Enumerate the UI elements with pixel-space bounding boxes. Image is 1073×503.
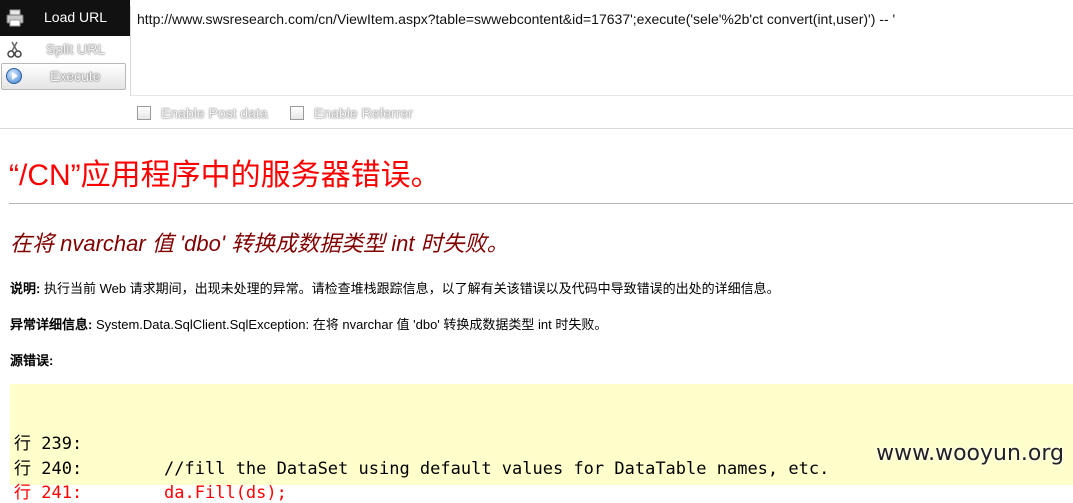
exception-text: System.Data.SqlClient.SqlException: 在将 n…	[92, 317, 608, 332]
code-line-240: 行 240: //fill the DataSet using default …	[14, 459, 830, 479]
page-title: “/CN”应用程序中的服务器错误。	[9, 159, 441, 192]
url-value: http://www.swsresearch.com/cn/ViewItem.a…	[137, 11, 896, 27]
exception-label: 异常详细信息:	[10, 317, 93, 332]
load-url-button[interactable]: Load URL	[0, 5, 128, 31]
execute-label: Execute	[50, 68, 101, 84]
exception-paragraph: 异常详细信息: System.Data.SqlClient.SqlExcepti…	[10, 314, 607, 333]
url-textarea[interactable]: http://www.swsresearch.com/cn/ViewItem.a…	[130, 6, 1073, 96]
enable-referrer-checkbox[interactable]	[290, 106, 304, 120]
toolbar-divider	[0, 128, 1073, 129]
description-label: 说明:	[10, 281, 41, 296]
load-url-label: Load URL	[44, 9, 108, 25]
code-line-241: 行 241: da.Fill(ds);	[14, 483, 287, 503]
source-code-block: 行 239: 行 240: //fill the DataSet using d…	[10, 384, 1073, 503]
code-line-239: 行 239:	[14, 434, 83, 454]
watermark: www.wooyun.org	[876, 441, 1064, 466]
error-message: 在将 nvarchar 值 'dbo' 转换成数据类型 int 时失败。	[10, 231, 509, 256]
description-text: 执行当前 Web 请求期间，出现未处理的异常。请检查堆栈跟踪信息，以了解有关该错…	[40, 281, 780, 296]
enable-post-label: Enable Post data	[161, 105, 268, 121]
split-url-label: Split URL	[46, 41, 106, 57]
hackbar-toolbar: Load URL Split URL Execute http://www.sw…	[0, 0, 1073, 128]
enable-post-checkbox[interactable]	[137, 106, 151, 120]
scissors-icon	[7, 41, 22, 58]
description-paragraph: 说明: 执行当前 Web 请求期间，出现未处理的异常。请检查堆栈跟踪信息，以了解…	[10, 278, 780, 297]
enable-referrer-label: Enable Referrer	[314, 105, 413, 121]
toolbar-buttons: Load URL Split URL Execute	[0, 0, 130, 96]
source-error-label: 源错误:	[10, 353, 54, 368]
title-rule	[9, 203, 1073, 204]
execute-button[interactable]: Execute	[1, 63, 126, 90]
split-url-button[interactable]: Split URL	[0, 37, 128, 63]
play-icon	[6, 68, 22, 84]
printer-icon	[6, 9, 24, 27]
